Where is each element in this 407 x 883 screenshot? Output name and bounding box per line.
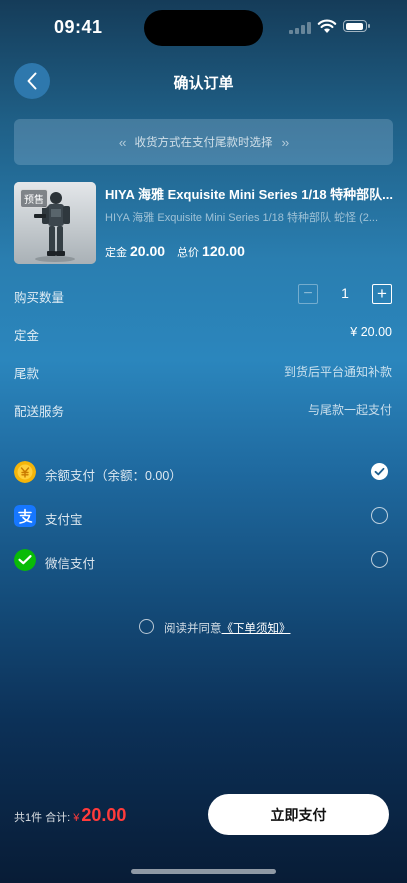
presale-badge: 预售 (20, 189, 48, 208)
currency-symbol: ¥ (73, 812, 80, 824)
order-total: 共1件 合计: ¥20.00 (14, 805, 126, 826)
double-chevron-left-icon: ‹‹ (118, 134, 127, 150)
deposit-row-value: ¥ 20.00 (350, 325, 392, 339)
balance-row-label: 尾款 (14, 367, 40, 381)
deposit-row-label: 定金 (14, 329, 40, 343)
home-indicator (131, 869, 276, 874)
pay-now-button[interactable]: 立即支付 (208, 794, 389, 835)
wechat-pay-icon (14, 549, 36, 571)
checkmark-icon (374, 467, 385, 476)
deposit-label: 定金 (105, 247, 127, 259)
payment-label-alipay: 支付宝 (45, 513, 83, 527)
product-image[interactable]: 预售 (14, 182, 96, 264)
agreement-prefix: 阅读并同意 (164, 623, 222, 635)
payment-label-wechat: 微信支付 (45, 557, 96, 571)
dynamic-island (144, 10, 263, 46)
balance-coin-icon (14, 461, 36, 483)
status-time: 09:41 (54, 17, 103, 37)
payment-option-balance[interactable]: 余额支付（余额：0.00） (0, 453, 407, 493)
cellular-signal-icon (289, 22, 311, 34)
quantity-label: 购买数量 (14, 291, 65, 305)
radio-wechat[interactable] (371, 551, 388, 568)
deposit-price: 20.00 (130, 243, 166, 259)
total-price-label: 总价 (177, 247, 200, 259)
product-price-row: 定金 20.00 总价 120.00 (105, 243, 245, 260)
agreement-text: 阅读并同意《下单须知》 (164, 620, 291, 636)
wifi-icon (317, 19, 337, 33)
sum-label: 合计: (45, 812, 71, 824)
status-bar: 09:41 (0, 0, 407, 54)
agreement-checkbox[interactable] (139, 619, 154, 634)
payment-option-wechat[interactable]: 微信支付 (0, 541, 407, 581)
quantity-value: 1 (341, 285, 349, 301)
order-terms-link[interactable]: 《下单须知》 (222, 623, 291, 635)
total-amount: 20.00 (81, 805, 127, 825)
total-price: 120.00 (202, 243, 245, 259)
delivery-notice: ‹‹ 收货方式在支付尾款时选择 ›› (14, 119, 393, 165)
page-title: 确认订单 (173, 75, 234, 92)
balance-row-value: 到货后平台通知补款 (283, 365, 392, 379)
alipay-icon (14, 505, 36, 527)
radio-balance-checked[interactable] (371, 463, 388, 480)
payment-option-alipay[interactable]: 支付宝 (0, 497, 407, 537)
product-title[interactable]: HIYA 海雅 Exquisite Mini Series 1/18 特种部队.… (105, 184, 397, 203)
radio-alipay[interactable] (371, 507, 388, 524)
quantity-increase-button[interactable]: + (372, 284, 392, 304)
battery-icon (343, 20, 370, 32)
delivery-row-label: 配送服务 (14, 405, 65, 419)
delivery-row-value: 与尾款一起支付 (307, 403, 392, 417)
notice-text: 收货方式在支付尾款时选择 (134, 137, 273, 149)
quantity-decrease-button[interactable]: − (298, 284, 318, 304)
product-subtitle: HIYA 海雅 Exquisite Mini Series 1/18 特种部队 … (105, 212, 379, 224)
item-count: 共1件 (14, 812, 43, 824)
double-chevron-right-icon: ›› (281, 134, 290, 150)
payment-label-balance: 余额支付（余额：0.00） (45, 469, 182, 483)
